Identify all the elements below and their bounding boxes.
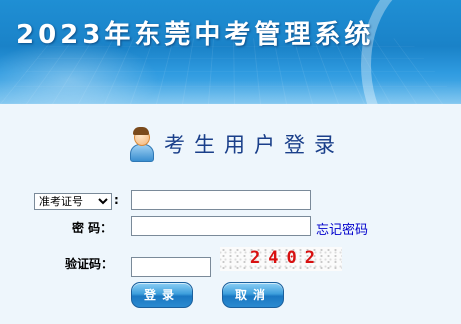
login-button[interactable]: 登录 [131,282,193,308]
captcha-image[interactable]: 2402 [220,247,342,271]
login-heading-text: 考生用户登录 [164,133,344,157]
header-banner: 2023年东莞中考管理系统 [0,0,461,104]
login-heading: 考生用户登录 [130,126,344,162]
cancel-button[interactable]: 取消 [222,282,284,308]
banner-bottom-band [0,80,461,104]
forgot-password-link[interactable]: 忘记密码 [316,219,368,238]
id-type-select[interactable]: 准考证号 [34,193,112,210]
system-title: 2023年东莞中考管理系统 [16,20,375,50]
password-input[interactable] [131,216,311,236]
captcha-label: 验证码： [65,257,114,271]
id-type-colon: : [114,193,119,207]
student-user-icon [130,127,154,162]
captcha-code: 2402 [250,248,323,268]
password-label: 密 码： [72,221,113,235]
exam-id-input[interactable] [131,190,311,210]
captcha-input[interactable] [131,257,211,277]
